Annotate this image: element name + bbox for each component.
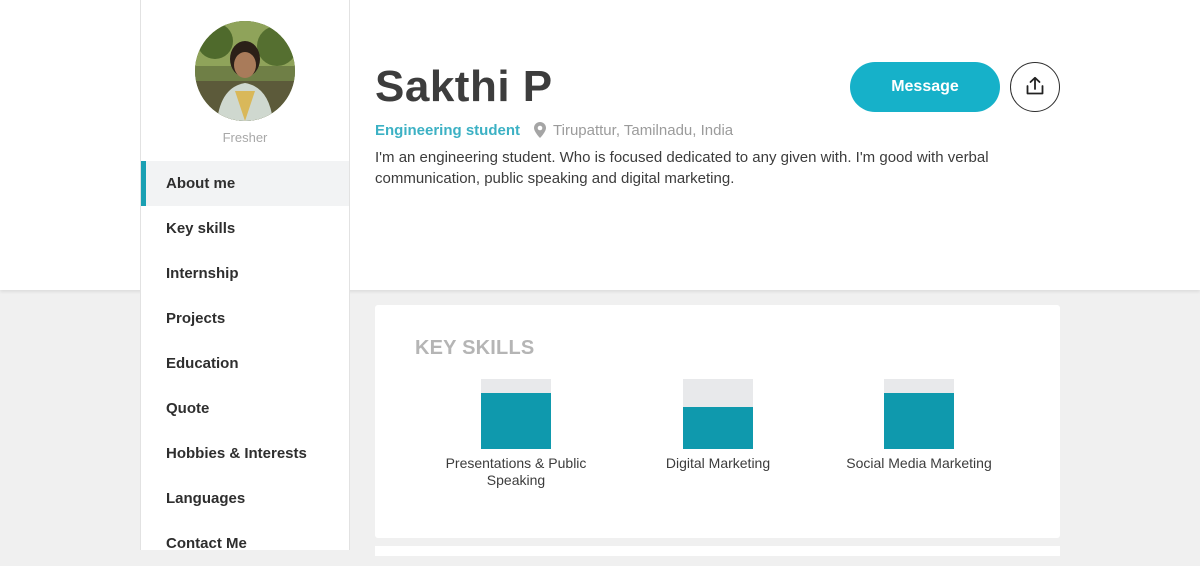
sidebar-item-contact[interactable]: Contact Me [141, 521, 349, 566]
skill-item: Digital Marketing [638, 379, 798, 472]
skill-label: Social Media Marketing [846, 455, 992, 471]
profile-subline: Engineering student Tirupattur, Tamilnad… [375, 120, 733, 140]
skill-item: Social Media Marketing [839, 379, 999, 472]
skill-label: Presentations & Public Speaking [445, 455, 587, 488]
skill-label: Digital Marketing [665, 455, 771, 471]
sidebar-item-key-skills[interactable]: Key skills [141, 206, 349, 251]
next-section-card [375, 546, 1060, 556]
sidebar-item-languages[interactable]: Languages [141, 476, 349, 521]
skill-level-bar [481, 379, 551, 449]
share-upload-icon [1025, 76, 1045, 99]
profile-location: Tirupattur, Tamilnadu, India [553, 121, 734, 139]
location-pin-icon [534, 122, 547, 138]
share-button[interactable] [1010, 62, 1060, 112]
message-button[interactable]: Message [850, 62, 1000, 112]
key-skills-card: KEY SKILLS Presentations & Public Speaki… [375, 305, 1060, 538]
skill-item: Presentations & Public Speaking [436, 379, 596, 489]
role-label: Fresher [222, 130, 268, 145]
sidebar-item-projects[interactable]: Projects [141, 296, 349, 341]
skill-level-fill [884, 393, 954, 449]
sidebar-item-quote[interactable]: Quote [141, 386, 349, 431]
skill-level-bar [683, 379, 753, 449]
profile-bio: I'm an engineering student. Who is focus… [375, 149, 989, 187]
skill-level-bar [884, 379, 954, 449]
sidebar-nav: About me Key skills Internship Projects … [141, 161, 349, 566]
skill-level-fill [481, 393, 551, 449]
sidebar-item-about-me[interactable]: About me [141, 161, 349, 206]
sidebar-item-education[interactable]: Education [141, 341, 349, 386]
sidebar: Fresher About me Key skills Internship P… [140, 0, 350, 552]
profile-headline: Engineering student [375, 121, 521, 139]
avatar [195, 21, 295, 121]
profile-name: Sakthi P [375, 62, 553, 111]
key-skills-title: KEY SKILLS [415, 337, 535, 359]
sidebar-item-hobbies[interactable]: Hobbies & Interests [141, 431, 349, 476]
skill-level-fill [683, 407, 753, 449]
sidebar-item-internship[interactable]: Internship [141, 251, 349, 296]
